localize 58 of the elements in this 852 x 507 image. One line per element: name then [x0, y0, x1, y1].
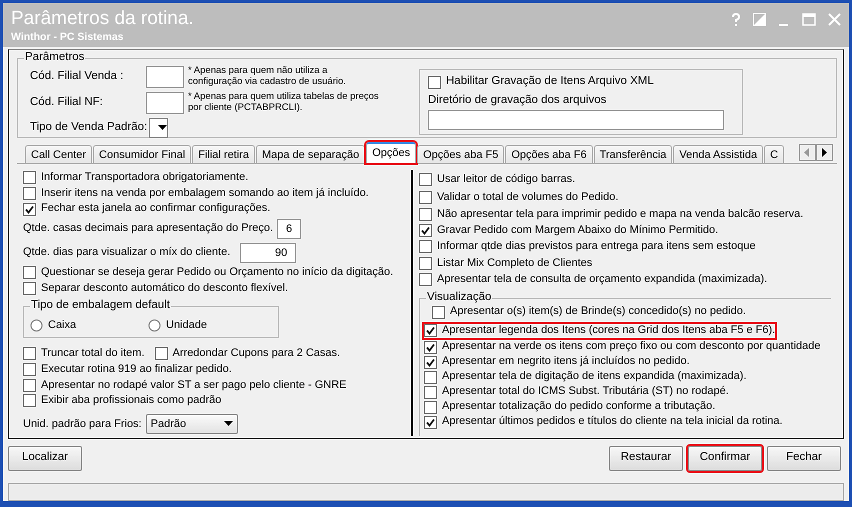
tab[interactable]: C — [764, 145, 784, 163]
option-label: Validar o total de volumes do Pedido. — [437, 191, 618, 204]
tab[interactable]: Opções — [366, 142, 416, 163]
option-label: Apresentar legenda dos Itens (cores na Grid dos Itens aba F5 e F6). — [442, 324, 776, 338]
option-label: Separar desconto automático do desconto flexível. — [41, 282, 288, 295]
tab[interactable]: Mapa de separação — [256, 145, 366, 163]
tab[interactable]: Call Center — [25, 145, 92, 163]
option-label: Exibir aba profissionais como padrão — [41, 394, 222, 408]
option-label: Apresentar tela de consulta de orçamento expandida (maximizada). — [437, 272, 768, 286]
field-label: Cód. Filial Venda : — [29, 70, 124, 84]
option-label: Questionar se deseja gerar Pedido ou Orçamento no início da digitação. — [41, 266, 394, 280]
field-label: Tipo de Venda Padrão: — [29, 121, 148, 135]
dialog-button[interactable]: Fechar — [767, 446, 841, 470]
dialog-button[interactable]: Localizar — [8, 446, 82, 470]
field-note: * Apenas para quem não utiliza a configuração via cadastro de usuário. — [188, 66, 347, 88]
tab[interactable]: Filial retira — [192, 145, 255, 163]
option-label: Listar Mix Completo de Clientes — [437, 256, 592, 270]
option-label: Caixa — [48, 318, 76, 332]
tab[interactable]: Transferência — [594, 145, 672, 163]
option-label: Informar Transportadora obrigatoriamente. — [41, 171, 248, 184]
option-label: Unidade — [166, 318, 207, 332]
group-title: Visualização — [426, 290, 492, 304]
dropdown-field[interactable]: Padrão — [146, 414, 238, 434]
number-field[interactable]: 90 — [240, 242, 296, 263]
option-label: Apresentar tela de digitação de itens expandida (maximizada). — [442, 370, 747, 384]
option-label: Não apresentar tela para imprimir pedido e mapa na venda balcão reserva. — [437, 208, 804, 221]
option-label: Apresentar total do ICMS Subst. Tributária (ST) no rodapé. — [442, 385, 729, 399]
option-label: Apresentar na verde os itens com preço fixo ou com desconto por quantidade — [442, 340, 821, 354]
dialog-button[interactable]: Confirmar — [688, 446, 762, 470]
option-label: Truncar total do item. — [41, 347, 145, 360]
field-label: Cód. Filial NF: — [29, 96, 104, 110]
field-label: Qtde. dias para visualizar o míx do cliente. — [23, 246, 230, 260]
field-label: Diretório de gravação dos arquivos — [428, 94, 608, 108]
tab[interactable]: Opções aba F5 — [417, 145, 504, 163]
option-label: Executar rotina 919 ao finalizar pedido. — [41, 362, 232, 376]
option-label: Apresentar totalização do pedido conforme a tributação. — [442, 400, 716, 414]
window-title: Parâmetros da rotina. — [11, 7, 194, 31]
window-subtitle: Winthor - PC Sistemas — [11, 31, 125, 44]
group-title: Tipo de embalagem default — [30, 299, 171, 313]
option-label: Apresentar no rodapé valor ST a ser pago pelo cliente - GNRE — [41, 378, 347, 392]
dialog-button[interactable]: Restaurar — [609, 446, 683, 470]
option-label: Apresentar o(s) item(s) de Brinde(s) concedido(s) no pedido. — [450, 305, 746, 319]
field-label: Qtde. casas decimais para apresentação do Preço. — [23, 222, 274, 236]
field-label: Unid. padrão para Frios: — [23, 418, 142, 431]
field-note: * Apenas para quem utiliza tabelas de preços por cliente (PCTABPRCLI). — [188, 92, 380, 114]
option-label: Apresentar em negrito itens já incluídos no pedido. — [442, 355, 690, 369]
option-label: Apresentar últimos pedidos e títulos do cliente na tela inicial da rotina. — [442, 415, 783, 429]
option-label: Habilitar Gravação de Itens Arquivo XML — [446, 75, 654, 89]
option-label: Gravar Pedido com Margem Abaixo do Mínimo Permitido. — [437, 224, 718, 238]
tab[interactable]: Opções aba F6 — [505, 145, 593, 163]
option-label: Arredondar Cupons para 2 Casas. — [172, 347, 340, 360]
number-field[interactable]: 6 — [277, 218, 302, 239]
option-label: Fechar esta janela ao confirmar configurações. — [41, 202, 270, 216]
option-label: Usar leitor de código barras. — [437, 173, 576, 186]
option-label: Informar qtde dias previstos para entrega para itens sem estoque — [437, 240, 756, 254]
tab[interactable]: Venda Assistida — [673, 145, 764, 163]
option-label: Inserir itens na venda por embalagem somando ao item já incluído. — [41, 186, 369, 200]
tab[interactable]: Consumidor Final — [93, 145, 192, 163]
